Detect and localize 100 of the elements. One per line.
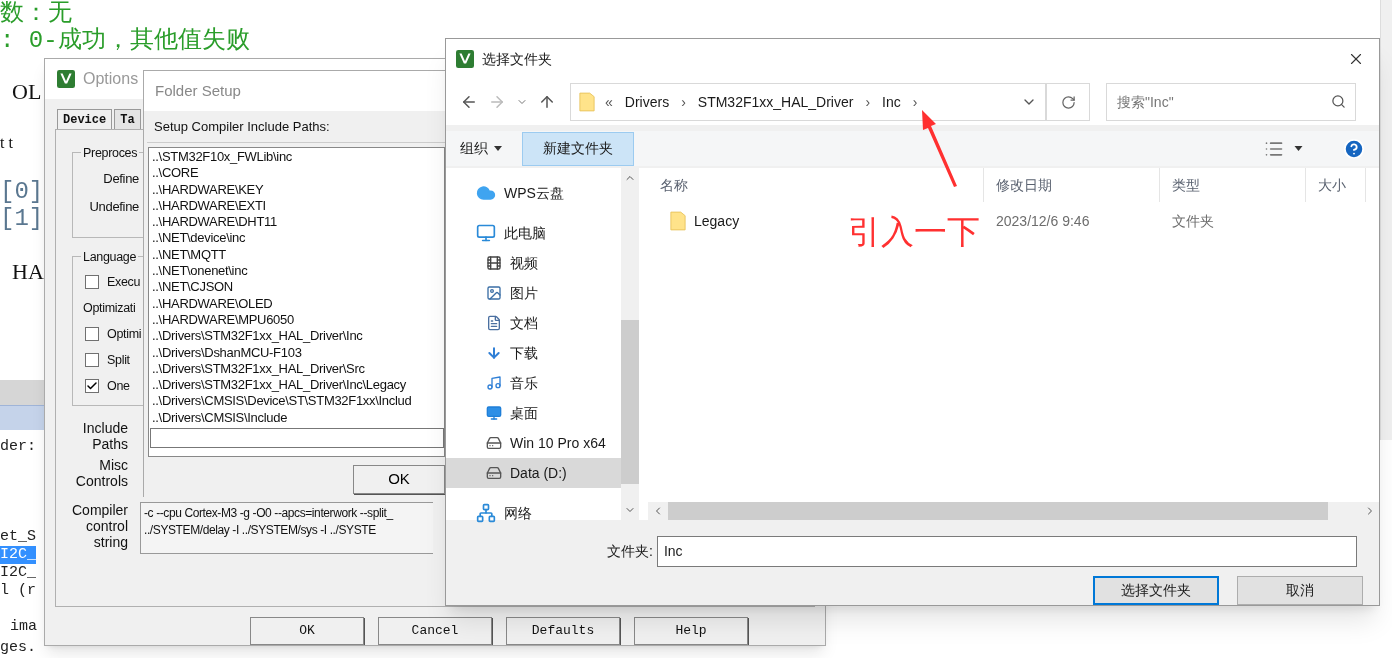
path-item[interactable]: ..\Drivers\CMSIS\Include	[152, 409, 444, 427]
refresh-icon	[1060, 94, 1076, 110]
folder-name-field[interactable]: Inc	[656, 536, 1357, 567]
list-label: Setup Compiler Include Paths:	[154, 117, 330, 136]
path-item[interactable]: ..\Drivers\CMSIS\Device\ST\STM32F1xx\Includ	[152, 393, 444, 410]
app-icon	[456, 50, 474, 69]
dialog-button[interactable]: 选择文件夹	[1093, 576, 1219, 605]
checkbox[interactable]	[85, 353, 99, 367]
path-item[interactable]: ..\HARDWARE\EXTI	[152, 197, 444, 215]
nav-item[interactable]: Win 10 Pro x64	[446, 428, 621, 458]
code-line: OL	[11, 78, 42, 105]
path-item[interactable]: ..\Drivers\DshanMCU-F103	[152, 344, 444, 361]
breadcrumb-item[interactable]: Drivers	[624, 91, 670, 113]
code-line: [0]	[0, 178, 44, 205]
field-label: Undefine	[89, 199, 139, 215]
table-cell-text: 2023/12/6 9:46	[995, 211, 1091, 231]
breadcrumb-item[interactable]: Inc	[882, 91, 901, 113]
breadcrumb-item[interactable]: STM32F1xx_HAL_Driver	[697, 91, 854, 113]
help-icon[interactable]	[1343, 137, 1365, 160]
checkbox-label: Optimi	[107, 325, 142, 343]
image-icon	[486, 285, 502, 301]
tab[interactable]: Ta	[114, 109, 141, 129]
nav-item[interactable]: Data (D:)	[446, 458, 621, 488]
file-name[interactable]: Legacy	[694, 210, 740, 232]
path-item[interactable]: ..\NET\device\inc	[152, 230, 444, 247]
code-line: [1]	[0, 205, 44, 232]
path-item[interactable]: ..\HARDWARE\OLED	[152, 295, 444, 312]
document-icon	[486, 315, 502, 331]
path-item[interactable]: ..\HARDWARE\MPU6050	[152, 311, 444, 329]
nav-item[interactable]: 音乐	[446, 368, 621, 398]
nav-item[interactable]: 文档	[446, 308, 621, 338]
path-item[interactable]: ..\NET\onenet\inc	[152, 263, 444, 280]
dialog-button[interactable]: Help	[634, 617, 748, 645]
dialog-button[interactable]: Cancel	[378, 617, 492, 645]
checkbox[interactable]	[85, 327, 99, 341]
code-line: : 0-成功，其他值失败	[0, 27, 250, 54]
checkbox[interactable]	[85, 275, 99, 289]
check-icon	[86, 380, 98, 392]
nav-item[interactable]: 此电脑	[446, 218, 621, 248]
path-item[interactable]: ..\Drivers\STM32F1xx_HAL_Driver\Inc\Legacy	[152, 377, 444, 394]
field-label: Misc Controls	[74, 457, 128, 489]
code-line: HA	[11, 258, 44, 285]
code-line: l (r	[0, 582, 36, 600]
field-label: Optimizati	[83, 300, 136, 317]
path-edit-field[interactable]	[150, 428, 444, 449]
music-note-icon	[486, 375, 502, 391]
compiler-string-field[interactable]: -c --cpu Cortex-M3 -g -O0 --apcs=interwork --split_ ../SYSTEM/delay -I ../SYSTEM/sys -I ../SYSTE	[140, 502, 433, 554]
refresh-button[interactable]	[1046, 83, 1090, 122]
breadcrumb-overflow[interactable]: «	[605, 91, 613, 113]
column-header[interactable]: 类型	[1160, 168, 1306, 202]
dialog-button[interactable]: Defaults	[506, 617, 620, 645]
caret-icon[interactable]	[1294, 146, 1303, 152]
field-label: Define	[103, 171, 139, 187]
breadcrumb-separator[interactable]: ›	[681, 91, 686, 113]
dialog-button[interactable]: 取消	[1237, 576, 1363, 605]
folder-icon	[579, 92, 595, 113]
path-item[interactable]: ..\NET\MQTT	[152, 246, 444, 264]
nav-item[interactable]: 网络	[446, 498, 621, 528]
window-title: Folder Setup	[155, 80, 241, 101]
search-field[interactable]: 搜索"Inc"	[1106, 83, 1356, 122]
nav-item[interactable]: WPS云盘	[446, 178, 621, 208]
caret-icon	[494, 146, 502, 152]
breadcrumb-separator[interactable]: ›	[865, 91, 871, 113]
path-item[interactable]: ..\STM32F10x_FWLib\inc	[152, 149, 444, 166]
nav-item[interactable]: 图片	[446, 278, 621, 308]
drive-icon	[486, 435, 502, 451]
dialog-button[interactable]: OK	[250, 617, 364, 645]
table-cell-text: 文件夹	[1171, 211, 1215, 231]
code-line: 数：无	[0, 0, 72, 27]
code-line: ges.	[0, 639, 36, 657]
ok-button[interactable]: OK	[353, 465, 445, 494]
path-item[interactable]: ..\Drivers\STM32F1xx_HAL_Driver\Src	[152, 360, 444, 378]
new-folder-button[interactable]: 新建文件夹	[522, 131, 634, 166]
checkbox-label: One	[107, 377, 130, 395]
address-bar[interactable]: « Drivers › STM32F1xx_HAL_Driver › Inc ›	[570, 83, 1046, 122]
column-header[interactable]: 大小	[1306, 168, 1366, 202]
scrollbar[interactable]	[621, 168, 639, 520]
path-item[interactable]: ..\HARDWARE\KEY	[152, 181, 444, 198]
organize-menu[interactable]: 组织	[460, 138, 502, 160]
nav-item[interactable]: 桌面	[446, 398, 621, 428]
path-item[interactable]: ..\CORE	[152, 165, 444, 182]
app-icon	[57, 70, 75, 88]
nav-item[interactable]: 视频	[446, 248, 621, 278]
field-label: 文件夹:	[607, 542, 653, 561]
network-icon	[476, 503, 496, 523]
scroll-thumb[interactable]	[621, 320, 639, 484]
annotation-text: 引入一下	[848, 212, 980, 252]
column-header[interactable]: 修改日期	[984, 168, 1160, 202]
film-icon	[486, 255, 502, 271]
drive-icon	[486, 465, 502, 481]
monitor-icon	[476, 223, 496, 243]
breadcrumb-separator[interactable]: ›	[912, 91, 918, 113]
code-line: ima	[9, 618, 37, 636]
checkbox[interactable]	[85, 379, 99, 393]
tab[interactable]: Device	[57, 109, 113, 129]
window-title: Options	[83, 69, 139, 89]
path-item[interactable]: ..\HARDWARE\DHT11	[152, 214, 444, 231]
path-item[interactable]: ..\Drivers\STM32F1xx_HAL_Driver\Inc	[152, 328, 444, 345]
nav-item[interactable]: 下载	[446, 338, 621, 368]
path-item[interactable]: ..\NET\CJSON	[152, 279, 444, 296]
